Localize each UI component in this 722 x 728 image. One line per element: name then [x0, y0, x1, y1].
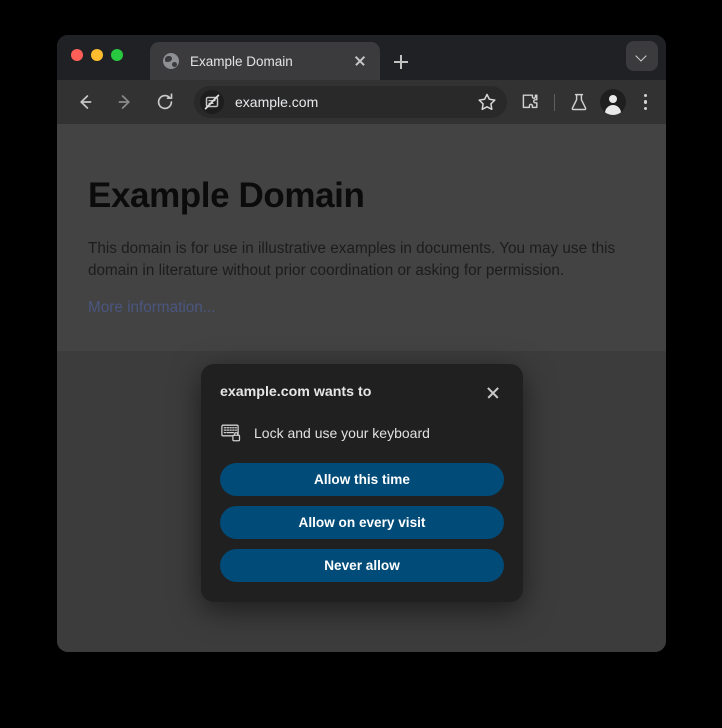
- dialog-header: example.com wants to: [220, 382, 504, 404]
- menu-dot-3: [643, 106, 647, 110]
- close-icon[interactable]: [482, 382, 504, 404]
- reload-icon[interactable]: [150, 87, 180, 117]
- browser-window: Example Domain example.com Example Domai…: [57, 35, 666, 652]
- keyboard-lock-icon: [221, 424, 241, 442]
- view-site-information-blocked-icon[interactable]: [200, 90, 224, 114]
- allow-on-every-visit-button[interactable]: Allow on every visit: [220, 506, 504, 539]
- chevron-down-icon[interactable]: [626, 41, 658, 71]
- allow-this-time-button[interactable]: Allow this time: [220, 463, 504, 496]
- plus-icon[interactable]: [388, 49, 414, 75]
- menu-dot-2: [643, 100, 647, 104]
- window-maximize-button[interactable]: [111, 49, 123, 61]
- window-controls: [71, 49, 123, 61]
- menu-dot-1: [643, 94, 647, 98]
- arrow-right-icon[interactable]: [110, 87, 140, 117]
- three-dot-menu-icon[interactable]: [632, 88, 658, 116]
- browser-toolbar: example.com: [57, 80, 666, 124]
- page-paragraph: This domain is for use in illustrative e…: [88, 240, 616, 279]
- window-minimize-button[interactable]: [91, 49, 103, 61]
- flask-icon[interactable]: [565, 88, 593, 116]
- tab-strip: Example Domain: [57, 35, 666, 80]
- permission-label: Lock and use your keyboard: [254, 425, 430, 441]
- arrow-left-icon[interactable]: [70, 87, 100, 117]
- star-icon[interactable]: [473, 88, 501, 116]
- tab-example-domain[interactable]: Example Domain: [150, 42, 380, 80]
- account-avatar-icon[interactable]: [600, 89, 626, 115]
- page-content: Example Domain This domain is for use in…: [57, 124, 666, 351]
- page-viewport: Example Domain This domain is for use in…: [57, 124, 666, 652]
- globe-icon: [163, 53, 179, 69]
- more-information-link[interactable]: More information...: [88, 299, 216, 316]
- never-allow-button[interactable]: Never allow: [220, 549, 504, 582]
- address-bar[interactable]: example.com: [194, 86, 507, 118]
- window-close-button[interactable]: [71, 49, 83, 61]
- tab-title: Example Domain: [190, 53, 293, 69]
- page-title: Example Domain: [88, 176, 365, 215]
- close-icon[interactable]: [350, 51, 370, 71]
- permission-request-row: Lock and use your keyboard: [220, 424, 504, 442]
- chevron-down-glyph: [635, 50, 647, 62]
- permission-dialog: example.com wants to Lock and use your k…: [201, 364, 523, 602]
- puzzle-piece-icon[interactable]: [516, 88, 544, 116]
- toolbar-divider: [554, 93, 555, 111]
- dialog-title: example.com wants to: [220, 384, 372, 400]
- address-bar-text: example.com: [235, 94, 319, 110]
